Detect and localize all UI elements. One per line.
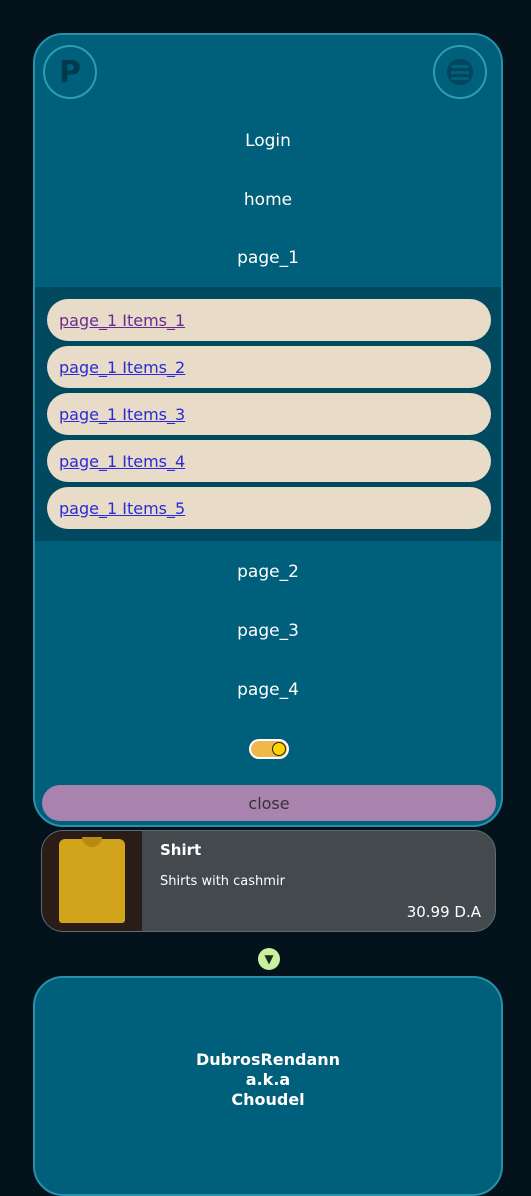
footer-line-2: a.k.a xyxy=(245,1070,291,1089)
nav-item-login[interactable]: Login xyxy=(35,131,501,151)
nav-item-page-1[interactable]: page_1 xyxy=(35,248,501,268)
submenu-link-item-5[interactable]: page_1 Items_5 xyxy=(47,487,491,529)
nav-item-page-3[interactable]: page_3 xyxy=(35,621,501,641)
footer-credits: DubrosRendann a.k.a Choudel xyxy=(35,1050,501,1110)
footer-panel: DubrosRendann a.k.a Choudel xyxy=(33,976,503,1196)
logo-icon[interactable]: P xyxy=(43,45,97,99)
hamburger-icon xyxy=(447,59,473,85)
nav-item-home[interactable]: home xyxy=(35,190,501,210)
nav-item-page-2[interactable]: page_2 xyxy=(35,562,501,582)
sun-icon xyxy=(272,742,286,756)
product-description: Shirts with cashmir xyxy=(160,874,285,889)
submenu-link-item-1[interactable]: page_1 Items_1 xyxy=(47,299,491,341)
side-menu-panel: P Login home page_1 page_1 Items_1 page_… xyxy=(33,33,503,827)
logo-letter: P xyxy=(59,54,81,90)
submenu-link-item-2[interactable]: page_1 Items_2 xyxy=(47,346,491,388)
shirt-icon xyxy=(59,837,125,923)
chevron-down-icon[interactable]: ▼ xyxy=(258,948,280,970)
submenu-link-item-3[interactable]: page_1 Items_3 xyxy=(47,393,491,435)
nav-item-page-4[interactable]: page_4 xyxy=(35,680,501,700)
product-title: Shirt xyxy=(160,841,202,859)
hamburger-menu-button[interactable] xyxy=(433,45,487,99)
footer-line-1: DubrosRendann xyxy=(195,1050,341,1069)
footer-line-3: Choudel xyxy=(231,1090,305,1109)
product-image xyxy=(42,831,142,931)
product-price: 30.99 D.A xyxy=(406,903,481,921)
page-1-submenu: page_1 Items_1 page_1 Items_2 page_1 Ite… xyxy=(35,287,501,541)
submenu-link-item-4[interactable]: page_1 Items_4 xyxy=(47,440,491,482)
product-card[interactable]: Shirt Shirts with cashmir 30.99 D.A xyxy=(41,830,496,932)
theme-toggle[interactable] xyxy=(249,739,289,759)
close-button[interactable]: close xyxy=(42,785,496,821)
